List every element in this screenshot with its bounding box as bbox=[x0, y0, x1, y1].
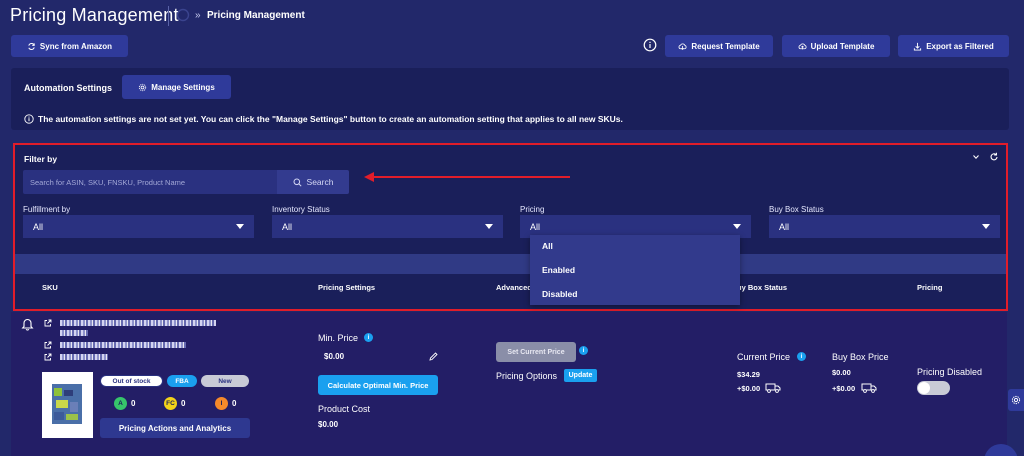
gear-icon bbox=[139, 83, 147, 91]
fulfillment-by-label: Fulfillment by bbox=[23, 205, 71, 214]
column-header-advanced: Advanced bbox=[496, 283, 532, 292]
min-price-info-icon[interactable]: i bbox=[364, 333, 373, 342]
fc-circle: FC bbox=[164, 397, 177, 410]
product-sku-blurred bbox=[60, 342, 186, 348]
current-price-label: Current Price bbox=[737, 352, 791, 362]
manage-settings-button[interactable]: Manage Settings bbox=[122, 75, 231, 99]
caret-down-icon bbox=[236, 224, 244, 229]
home-icon[interactable] bbox=[176, 8, 190, 22]
external-link-icon[interactable] bbox=[44, 341, 52, 349]
asin-circle: A bbox=[114, 397, 127, 410]
min-price-label: Min. Price bbox=[318, 333, 359, 343]
condition-badge: New bbox=[201, 375, 249, 387]
calculate-optimal-min-price-button[interactable]: Calculate Optimal Min. Price bbox=[318, 375, 438, 395]
current-price-info-icon[interactable]: i bbox=[797, 352, 806, 361]
dropdown-option-enabled[interactable]: Enabled bbox=[542, 265, 575, 275]
breadcrumb-separator: » bbox=[195, 10, 201, 21]
set-price-info-icon[interactable]: i bbox=[579, 346, 588, 355]
inventory-circle: I bbox=[215, 397, 228, 410]
set-current-price-button[interactable]: Set Current Price bbox=[496, 342, 576, 362]
buy-box-shipping-value: +$0.00 bbox=[832, 384, 856, 393]
dropdown-option-disabled[interactable]: Disabled bbox=[542, 289, 577, 299]
product-image bbox=[52, 384, 82, 424]
automation-note: The automation settings are not set yet.… bbox=[24, 114, 623, 124]
search-icon bbox=[293, 178, 302, 187]
upload-template-button[interactable]: Upload Template bbox=[782, 35, 890, 57]
product-cost-value: $0.00 bbox=[318, 420, 339, 429]
export-as-filtered-button[interactable]: Export as Filtered bbox=[898, 35, 1009, 57]
min-price-value: $0.00 bbox=[324, 352, 345, 361]
column-header-sku: SKU bbox=[42, 283, 58, 292]
chevron-down-icon[interactable] bbox=[972, 153, 980, 161]
buy-box-price-label: Buy Box Price bbox=[832, 352, 889, 362]
product-cost-label: Product Cost bbox=[318, 404, 371, 414]
request-template-button[interactable]: Request Template bbox=[665, 35, 773, 57]
gear-icon bbox=[1011, 395, 1021, 405]
pencil-icon[interactable] bbox=[429, 352, 438, 361]
search-button[interactable]: Search bbox=[277, 170, 349, 194]
column-header-buy-box-status: uy Box Status bbox=[737, 283, 788, 292]
refresh-icon[interactable] bbox=[989, 152, 999, 162]
fc-count: 0 bbox=[181, 399, 186, 408]
dropdown-option-all[interactable]: All bbox=[542, 241, 553, 251]
download-icon bbox=[914, 42, 922, 51]
buy-box-status-select[interactable]: All bbox=[769, 215, 1000, 238]
product-title-blurred bbox=[60, 330, 88, 336]
caret-down-icon bbox=[485, 224, 493, 229]
product-thumbnail[interactable] bbox=[42, 372, 93, 438]
inventory-count: 0 bbox=[232, 399, 237, 408]
pricing-actions-button[interactable]: Pricing Actions and Analytics bbox=[100, 418, 250, 438]
pricing-toggle-knob bbox=[918, 382, 930, 394]
product-asin-blurred bbox=[60, 354, 108, 360]
title-divider bbox=[168, 6, 169, 26]
inventory-status-select[interactable]: All bbox=[272, 215, 503, 238]
caret-down-icon bbox=[733, 224, 741, 229]
pricing-status-label: Pricing Disabled bbox=[917, 367, 983, 377]
fulfillment-badge: FBA bbox=[167, 375, 197, 387]
asin-count: 0 bbox=[131, 399, 136, 408]
column-header-pricing: Pricing bbox=[917, 283, 943, 292]
page-title: Pricing Management bbox=[10, 5, 179, 25]
external-link-icon[interactable] bbox=[44, 319, 52, 327]
annotation-arrow-line bbox=[372, 176, 570, 178]
update-button[interactable]: Update bbox=[564, 369, 597, 382]
pricing-dropdown-menu: All Enabled Disabled bbox=[530, 235, 740, 305]
stock-status-badge: Out of stock bbox=[100, 375, 163, 387]
fulfillment-by-select[interactable]: All bbox=[23, 215, 254, 238]
automation-settings-label: Automation Settings bbox=[24, 83, 112, 93]
pricing-options-label: Pricing Options bbox=[496, 371, 558, 381]
inventory-status-label: Inventory Status bbox=[272, 205, 330, 214]
current-shipping-value: +$0.00 bbox=[737, 384, 761, 393]
truck-icon bbox=[765, 383, 781, 393]
buy-box-status-label: Buy Box Status bbox=[769, 205, 824, 214]
filter-title: Filter by bbox=[24, 154, 58, 164]
info-icon bbox=[24, 114, 34, 124]
cloud-upload-icon bbox=[798, 43, 807, 49]
table-toolbar-bar bbox=[15, 254, 1006, 274]
breadcrumb-current: Pricing Management bbox=[207, 10, 305, 21]
truck-icon bbox=[861, 383, 877, 393]
buy-box-price-value: $0.00 bbox=[832, 368, 851, 377]
info-icon[interactable] bbox=[643, 38, 657, 52]
caret-down-icon bbox=[982, 224, 990, 229]
bell-icon[interactable] bbox=[21, 317, 34, 331]
sync-icon bbox=[28, 42, 35, 50]
column-header-pricing-settings: Pricing Settings bbox=[318, 283, 376, 292]
cloud-download-icon bbox=[678, 43, 687, 50]
product-title-blurred bbox=[60, 320, 216, 326]
external-link-icon[interactable] bbox=[44, 353, 52, 361]
pricing-filter-label: Pricing bbox=[520, 205, 545, 214]
side-settings-button[interactable] bbox=[1008, 389, 1024, 411]
search-input[interactable] bbox=[23, 170, 277, 194]
sync-from-amazon-button[interactable]: Sync from Amazon bbox=[11, 35, 128, 57]
current-price-value: $34.29 bbox=[737, 370, 760, 379]
